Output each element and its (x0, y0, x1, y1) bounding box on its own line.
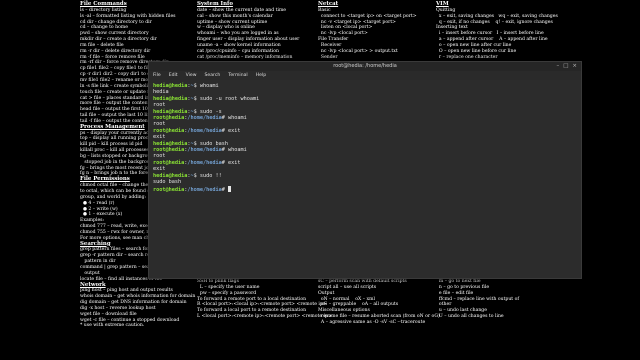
cheatsheet-bottom-block: SSH to plink flags L – specify the user … (197, 279, 332, 320)
cheatsheet-column-netcat: Netcat Basic connect to <target ip> on <t… (318, 1, 440, 325)
prompt-path: /home/hedia (187, 115, 222, 122)
menu-item-help[interactable]: Help (256, 71, 266, 80)
cheatsheet-bottom-block: sC – perform scan with default scripts sc… (318, 279, 440, 326)
cheatsheet-line: Sender (318, 54, 338, 60)
cheatsheet-line: cat /proc/meminfo – memory information (197, 54, 293, 60)
prompt-user: root@hedia (153, 115, 185, 122)
prompt-user: root@hedia (153, 147, 185, 154)
menu-item-terminal[interactable]: Terminal (228, 71, 247, 80)
cheatsheet-bottom-block: m – go to next file n – go to previous f… (436, 279, 519, 320)
prompt-path: /home/hedia (187, 159, 222, 166)
text-cursor (227, 185, 231, 192)
close-icon[interactable]: × (572, 62, 577, 71)
terminal-scrollbar[interactable] (577, 82, 580, 272)
command-text: $ sudo -u root whoami (193, 95, 260, 102)
command-text: # whoami (221, 147, 247, 154)
window-title: root@hedia: /home/hedia (333, 63, 397, 69)
cheatsheet-line: r – replace one character (436, 54, 498, 60)
cheatsheet-column-vim: VIM Quitting x – exit, saving changes wq … (436, 1, 558, 319)
cheatsheet-line: U – undo all changes to line (436, 314, 504, 320)
cheatsheet-line: L <local port>:<remote ip>:<remote port>… (197, 314, 332, 320)
prompt-user: hedia@hedia (153, 172, 188, 179)
command-text: $ sudo bash (193, 140, 228, 147)
terminal-output[interactable]: hedia@hedia:~$ whoami hedia hedia@hedia:~$… (149, 80, 581, 196)
minimize-icon[interactable]: – (556, 62, 559, 71)
terminal-titlebar[interactable]: root@hedia: /home/hedia – □ × (149, 62, 581, 71)
cheatsheet-line: date – show the current date and time (197, 7, 287, 13)
cheatsheet-line: A – agressive same as -O -sV -sC --trace… (318, 319, 426, 325)
terminal-menubar: File Edit View Search Terminal Help (149, 71, 581, 80)
prompt-path: /home/hedia (187, 127, 222, 134)
command-text: # exit (221, 159, 241, 166)
prompt-path: /home/hedia (187, 186, 222, 193)
cheatsheet-line: connect to <target ip> on <target port> (318, 13, 417, 19)
menu-item-file[interactable]: File (153, 71, 161, 80)
cheatsheet-line: dig domain – get DNS information for dom… (80, 300, 187, 306)
terminal-line: root@hedia:/home/hedia# (153, 185, 577, 193)
command-text: # exit (221, 127, 241, 134)
menu-item-search[interactable]: Search (205, 71, 221, 80)
command-text: $ sudo -s (193, 108, 222, 115)
cheatsheet-column-system-info: System Info date – show the current date … (197, 1, 332, 319)
prompt-user: root@hedia (153, 186, 185, 193)
prompt-user: root@hedia (153, 159, 185, 166)
terminal-window[interactable]: root@hedia: /home/hedia – □ × File Edit Vi… (148, 61, 582, 279)
prompt-user: hedia@hedia (153, 140, 188, 147)
cheatsheet-line: x – exit, saving changes wq – exit, savi… (436, 13, 558, 19)
menu-item-edit[interactable]: Edit (169, 71, 178, 80)
prompt-user: hedia@hedia (153, 108, 188, 115)
command-text: $ sudo !! (193, 172, 222, 179)
maximize-icon[interactable]: □ (563, 62, 568, 71)
menu-item-view[interactable]: View (186, 71, 197, 80)
command-text: # whoami (221, 115, 247, 122)
prompt-user: hedia@hedia (153, 95, 188, 102)
prompt-user: root@hedia (153, 127, 185, 134)
command-text: $ whoami (193, 83, 219, 89)
cheatsheet-line: * use with extreme caution. (80, 323, 145, 329)
prompt-path: /home/hedia (187, 147, 222, 154)
prompt-user: hedia@hedia (153, 83, 188, 89)
